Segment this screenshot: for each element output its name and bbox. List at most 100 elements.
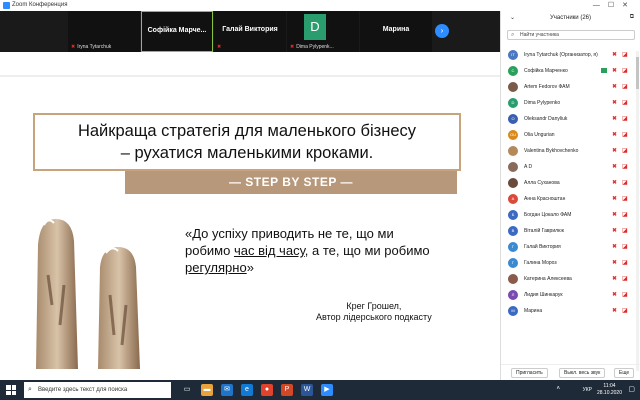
participant-name: Oleksandr Danyliuk <box>524 116 568 122</box>
mic-muted-icon[interactable]: ✖ <box>612 131 617 138</box>
participant-row[interactable]: Б Богдан Цокало ФАМ ✖ ◪ <box>501 207 635 223</box>
participant-row[interactable]: O Oleksandr Danyliuk ✖ ◪ <box>501 111 635 127</box>
participant-row[interactable]: A D ✖ ◪ <box>501 159 635 175</box>
participant-row[interactable]: IT Iryna Tytarchuk (Организатор, я) ✖ ◪ <box>501 47 635 63</box>
participants-panel: ⌄ Участники (26) ⧉ ⌕ Найти участника IT I… <box>500 11 640 380</box>
mic-muted-icon[interactable]: ✖ <box>612 291 617 298</box>
video-off-icon[interactable]: ◪ <box>622 115 628 122</box>
mic-muted-icon[interactable]: ✖ <box>612 51 617 58</box>
mic-muted-icon[interactable]: ✖ <box>612 163 617 170</box>
slide-quote: «До успіху приводить не те, що ми робимо… <box>185 226 430 275</box>
participant-name: Olia Ungurian <box>524 132 555 138</box>
task-view-icon[interactable]: ▭ <box>181 384 193 396</box>
mic-muted-icon[interactable]: ✖ <box>612 195 617 202</box>
edge-icon[interactable]: e <box>241 384 253 396</box>
mic-muted-icon[interactable]: ✖ <box>612 243 617 250</box>
scrollbar-thumb[interactable] <box>636 57 639 89</box>
participant-row[interactable]: М Марина ✖ ◪ <box>501 303 635 319</box>
avatar: IT <box>508 50 518 60</box>
mic-muted-icon[interactable]: ✖ <box>612 307 617 314</box>
popout-icon[interactable]: ⧉ <box>630 14 634 21</box>
video-off-icon[interactable]: ◪ <box>622 51 628 58</box>
panel-footer: Пригласить Выкл. весь звук Еще <box>501 364 640 380</box>
mic-muted-icon[interactable]: ✖ <box>612 259 617 266</box>
mic-muted-icon[interactable]: ✖ <box>612 227 617 234</box>
participant-name: Artem Fedorov ФАМ <box>524 84 570 90</box>
window-controls[interactable]: —☐✕ <box>593 1 636 9</box>
participant-row[interactable]: С Софійка Марченко ✖ ◪ <box>501 63 635 79</box>
avatar: А <box>508 194 518 204</box>
chevron-up-icon[interactable]: ˄ <box>556 386 560 392</box>
video-strip: ✖ Iryna Tytarchuk Софійка Марче... Галай … <box>0 11 500 52</box>
video-off-icon[interactable]: ◪ <box>622 179 628 186</box>
mic-muted-icon[interactable]: ✖ <box>612 99 617 106</box>
participant-row[interactable]: В Віталій Гаврилюк ✖ ◪ <box>501 223 635 239</box>
mic-muted-icon[interactable]: ✖ <box>612 115 617 122</box>
video-off-icon[interactable]: ◪ <box>622 259 628 266</box>
zoom-icon[interactable]: ▶ <box>321 384 333 396</box>
mute-all-button[interactable]: Выкл. весь звук <box>559 368 606 378</box>
window-title: Zoom Конференция <box>12 2 68 8</box>
video-tile[interactable]: D ✖ Dima Pylypenk... <box>287 11 359 52</box>
participant-row[interactable]: Artem Fedorov ФАМ ✖ ◪ <box>501 79 635 95</box>
video-off-icon[interactable]: ◪ <box>622 99 628 106</box>
more-button[interactable]: Еще <box>614 368 635 378</box>
participant-row[interactable]: Л Лидия Шинкарук ✖ ◪ <box>501 287 635 303</box>
video-off-icon[interactable]: ◪ <box>622 147 628 154</box>
video-off-icon[interactable]: ◪ <box>622 227 628 234</box>
participant-row[interactable]: А Анна Красноштан ✖ ◪ <box>501 191 635 207</box>
video-off-icon[interactable]: ◪ <box>622 131 628 138</box>
participant-row[interactable]: Алла Суханова ✖ ◪ <box>501 175 635 191</box>
participant-row[interactable]: Катерина Алексеева ✖ ◪ <box>501 271 635 287</box>
powerpoint-icon[interactable]: P <box>281 384 293 396</box>
video-off-icon[interactable]: ◪ <box>622 291 628 298</box>
next-page-icon[interactable]: › <box>435 24 449 38</box>
mic-muted-icon[interactable]: ✖ <box>612 275 617 282</box>
avatar: Г <box>508 242 518 252</box>
participant-search-input[interactable]: ⌕ Найти участника <box>507 30 635 40</box>
video-off-icon[interactable]: ◪ <box>622 275 628 282</box>
video-off-icon[interactable]: ◪ <box>622 243 628 250</box>
mic-muted-icon: ✖ <box>290 44 295 50</box>
camera-on-icon <box>601 68 607 73</box>
mic-muted-icon[interactable]: ✖ <box>612 211 617 218</box>
headline-line-2: – рухатися маленькими кроками. <box>120 144 374 162</box>
taskbar-search-placeholder: Введите здесь текст для поиска <box>38 387 128 393</box>
video-tile[interactable]: Марина <box>360 11 432 52</box>
participant-row[interactable]: Г Галай Виктория ✖ ◪ <box>501 239 635 255</box>
participant-row[interactable]: D Dima Pylypenko ✖ ◪ <box>501 95 635 111</box>
mic-muted-icon: ✖ <box>71 44 76 50</box>
mic-muted-icon[interactable]: ✖ <box>612 67 617 74</box>
video-tile[interactable]: ✖ Iryna Tytarchuk <box>68 11 140 52</box>
video-tile[interactable]: Галай Виктория ✖ <box>214 11 286 52</box>
mail-icon[interactable]: ✉ <box>221 384 233 396</box>
participant-name: A D <box>524 164 533 170</box>
video-off-icon[interactable]: ◪ <box>622 307 628 314</box>
invite-button[interactable]: Пригласить <box>511 368 548 378</box>
participant-row[interactable]: Г Галина Мороз ✖ ◪ <box>501 255 635 271</box>
windows-start-icon[interactable] <box>6 385 16 395</box>
video-off-icon[interactable]: ◪ <box>622 211 628 218</box>
notification-icon[interactable]: ▢ <box>628 385 635 393</box>
mic-muted-icon[interactable]: ✖ <box>612 83 617 90</box>
participant-scrollbar[interactable] <box>636 51 639 371</box>
word-icon[interactable]: W <box>301 384 313 396</box>
mic-muted-icon[interactable]: ✖ <box>612 147 617 154</box>
video-tile-active[interactable]: Софійка Марче... <box>141 11 213 52</box>
chrome-icon[interactable]: ● <box>261 384 273 396</box>
taskbar-search-input[interactable]: ⌕ Введите здесь текст для поиска <box>24 382 171 398</box>
video-off-icon[interactable]: ◪ <box>622 195 628 202</box>
step-by-step-banner: — STEP BY STEP — <box>125 171 457 194</box>
keyboard-language[interactable]: УКР <box>583 387 592 393</box>
tile-participant-name: Софійка Марче... <box>147 27 207 34</box>
clock[interactable]: 11:04 28.10.2020 <box>597 383 622 397</box>
participant-row[interactable]: Valentina Bykhovchenko ✖ ◪ <box>501 143 635 159</box>
mic-muted-icon[interactable]: ✖ <box>612 179 617 186</box>
video-off-icon[interactable]: ◪ <box>622 83 628 90</box>
participant-row[interactable]: OU Olia Ungurian ✖ ◪ <box>501 127 635 143</box>
avatar: С <box>508 66 518 76</box>
video-off-icon[interactable]: ◪ <box>622 67 628 74</box>
file-explorer-icon[interactable]: ▬ <box>201 384 213 396</box>
video-off-icon[interactable]: ◪ <box>622 163 628 170</box>
headline-line-1: Найкраща стратегія для маленького бізнес… <box>77 122 417 140</box>
